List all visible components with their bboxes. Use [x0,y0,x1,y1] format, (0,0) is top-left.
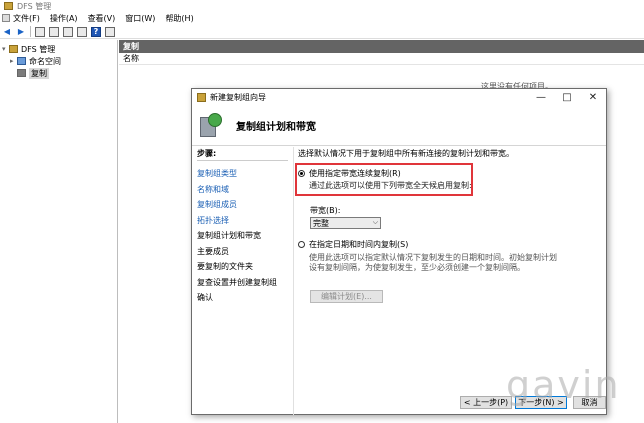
option1-label: 使用指定带宽连续复制(R) [309,168,401,178]
option2-label: 在指定日期和时间内复制(S) [309,239,409,249]
expand-icon[interactable]: ▸ [10,57,17,65]
step-schedule-bandwidth: 复制组计划和带宽 [197,231,261,241]
menu-file[interactable]: 文件(F) [2,13,40,24]
intro-text: 选择默认情况下用于复制组中所有新连接的复制计划和带宽。 [298,148,514,158]
console-tree: ▾ DFS 管理 ▸ 命名空间 复制 [0,40,118,423]
export-list-icon[interactable] [77,26,87,37]
menu-action[interactable]: 操作(A) [50,13,78,24]
tree-item-namespaces[interactable]: ▸ 命名空间 [2,55,115,67]
page-heading: 复制组计划和带宽 [236,122,316,133]
menu-bar: 文件(F) 操作(A) 查看(V) 窗口(W) 帮助(H) [0,12,644,24]
tree-item-replication[interactable]: 复制 [2,67,115,79]
properties-icon[interactable] [105,26,115,37]
chevron-down-icon: ⌵ [372,218,378,226]
step-topology[interactable]: 拓扑选择 [197,213,288,229]
file-menu-icon [2,14,10,22]
bandwidth-value: 完整 [313,218,329,228]
continuous-replication-option[interactable]: 使用指定带宽连续复制(R) [298,167,401,179]
toolbar-divider [30,26,31,37]
maximize-icon[interactable]: □ [554,89,580,106]
replication-icon [17,69,26,77]
edit-schedule-button[interactable]: 编辑计划(E)... [310,290,383,303]
wizard-title-bar: 新建复制组向导 — □ ✕ [192,89,606,106]
close-icon[interactable]: ✕ [580,89,606,106]
step-members[interactable]: 复制组成员 [197,197,288,213]
menu-view[interactable]: 查看(V) [88,13,116,24]
refresh-icon[interactable] [63,26,73,37]
help-icon[interactable]: ? [91,26,101,37]
wizard-content: 选择默认情况下用于复制组中所有新连接的复制计划和带宽。 使用指定带宽连续复制(R… [295,147,604,387]
window-controls: — □ ✕ [528,89,606,106]
collapse-icon[interactable]: ▾ [2,45,9,53]
column-header-name[interactable]: 名称 [119,53,644,65]
window-title: DFS 管理 [17,1,52,11]
forward-arrow-icon[interactable]: ▶ [16,27,26,37]
toolbar: ◀ ▶ ? [0,25,644,39]
step-type[interactable]: 复制组类型 [197,166,288,182]
step-folders: 要复制的文件夹 [197,262,253,272]
bandwidth-select[interactable]: 完整 ⌵ [310,217,381,229]
wizard-header: 复制组计划和带宽 [192,106,606,146]
continuous-replication-radio[interactable] [298,169,305,177]
back-button[interactable]: < 上一步(P) [460,396,512,409]
namespace-icon [17,57,26,65]
wizard-app-icon [197,93,206,102]
show-tree-icon[interactable] [49,26,59,37]
step-primary-member: 主要成员 [197,246,229,256]
option1-description: 通过此选项可以使用下列带宽全天候启用复制: [309,181,472,190]
wizard-title: 新建复制组向导 [210,93,266,102]
dfs-icon [9,45,18,53]
menu-help[interactable]: 帮助(H) [165,13,193,24]
bandwidth-label: 带宽(B): [310,206,341,215]
scheduled-replication-option[interactable]: 在指定日期和时间内复制(S) [298,238,408,250]
back-arrow-icon[interactable]: ◀ [2,27,12,37]
menu-window[interactable]: 窗口(W) [125,13,155,24]
minimize-icon[interactable]: — [528,89,554,106]
option2-description: 使用此选项可以指定默认情况下复制发生的日期和时间。初始复制计划设有复制间隔，为使… [309,253,557,272]
scheduled-replication-radio[interactable] [298,240,305,248]
step-name-domain[interactable]: 名称和域 [197,182,288,198]
up-folder-icon[interactable] [35,26,45,37]
step-review: 复查设置并创建复制组 [197,277,277,287]
tree-item-dfs-root[interactable]: ▾ DFS 管理 [2,43,115,55]
mmc-title-bar: DFS 管理 [0,0,644,12]
step-confirm: 确认 [197,293,213,303]
pane-header: 复制 [119,40,644,53]
steps-header: 步骤: [197,147,288,161]
gavin-watermark: gavin [506,363,621,407]
replication-wizard-icon [198,112,224,139]
dfs-app-icon [4,2,13,10]
steps-panel: 步骤: 复制组类型 名称和域 复制组成员 拓扑选择 复制组计划和带宽 主要成员 … [192,147,294,415]
